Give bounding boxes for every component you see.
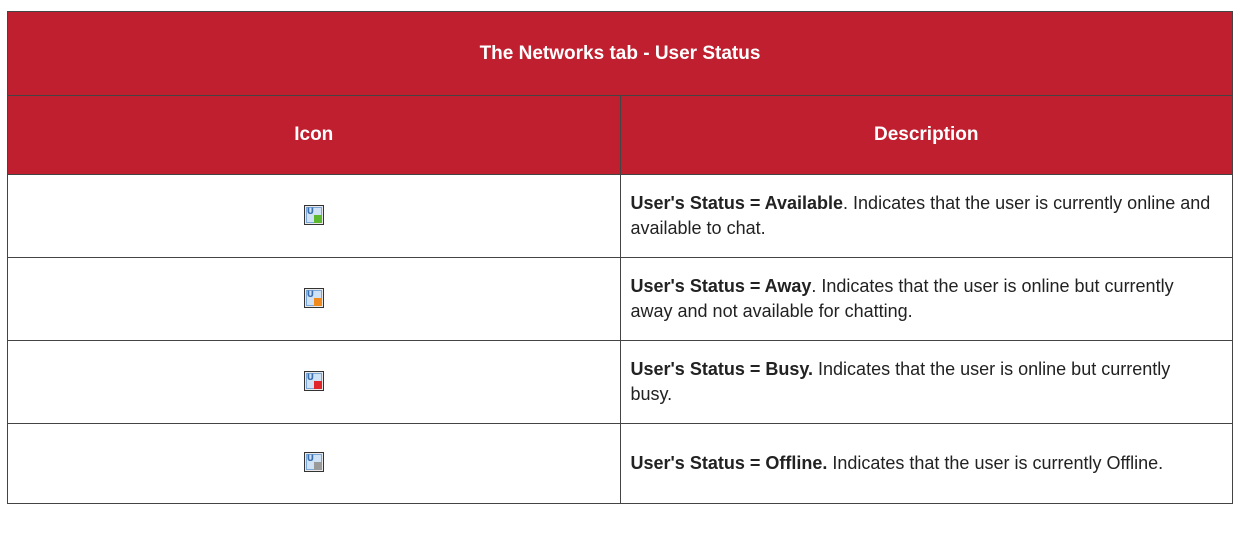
status-dot xyxy=(313,462,322,471)
table-row: U User's Status = Away. Indicates that t… xyxy=(7,257,1233,341)
table-row: U User's Status = Busy. Indicates that t… xyxy=(7,340,1233,424)
table-row: U User's Status = Available. Indicates t… xyxy=(7,174,1233,258)
status-description: Indicates that the user is currently Off… xyxy=(827,453,1164,473)
description-cell: User's Status = Busy. Indicates that the… xyxy=(619,340,1233,424)
column-header-icon: Icon xyxy=(7,95,621,175)
status-label: User's Status = Offline. xyxy=(630,453,828,473)
status-label: User's Status = Away xyxy=(630,276,812,296)
status-dot xyxy=(313,297,322,306)
status-dot xyxy=(313,214,322,223)
icon-cell: U xyxy=(7,174,621,258)
user-away-icon: U xyxy=(303,287,324,308)
user-offline-icon: U xyxy=(303,452,324,473)
table-row: U User's Status = Offline. Indicates tha… xyxy=(7,423,1233,504)
status-label: User's Status = Available xyxy=(630,193,844,213)
user-busy-icon: U xyxy=(303,370,324,391)
user-available-icon: U xyxy=(303,204,324,225)
column-header-description: Description xyxy=(619,95,1233,175)
icon-cell: U xyxy=(7,423,621,504)
icon-cell: U xyxy=(7,257,621,341)
table-title: The Networks tab - User Status xyxy=(7,11,1233,96)
status-dot xyxy=(313,380,322,389)
icon-cell: U xyxy=(7,340,621,424)
status-label: User's Status = Busy. xyxy=(630,359,814,379)
user-status-table: The Networks tab - User Status Icon Desc… xyxy=(7,11,1233,504)
description-cell: User's Status = Offline. Indicates that … xyxy=(619,423,1233,504)
description-cell: User's Status = Away. Indicates that the… xyxy=(619,257,1233,341)
description-cell: User's Status = Available. Indicates tha… xyxy=(619,174,1233,258)
